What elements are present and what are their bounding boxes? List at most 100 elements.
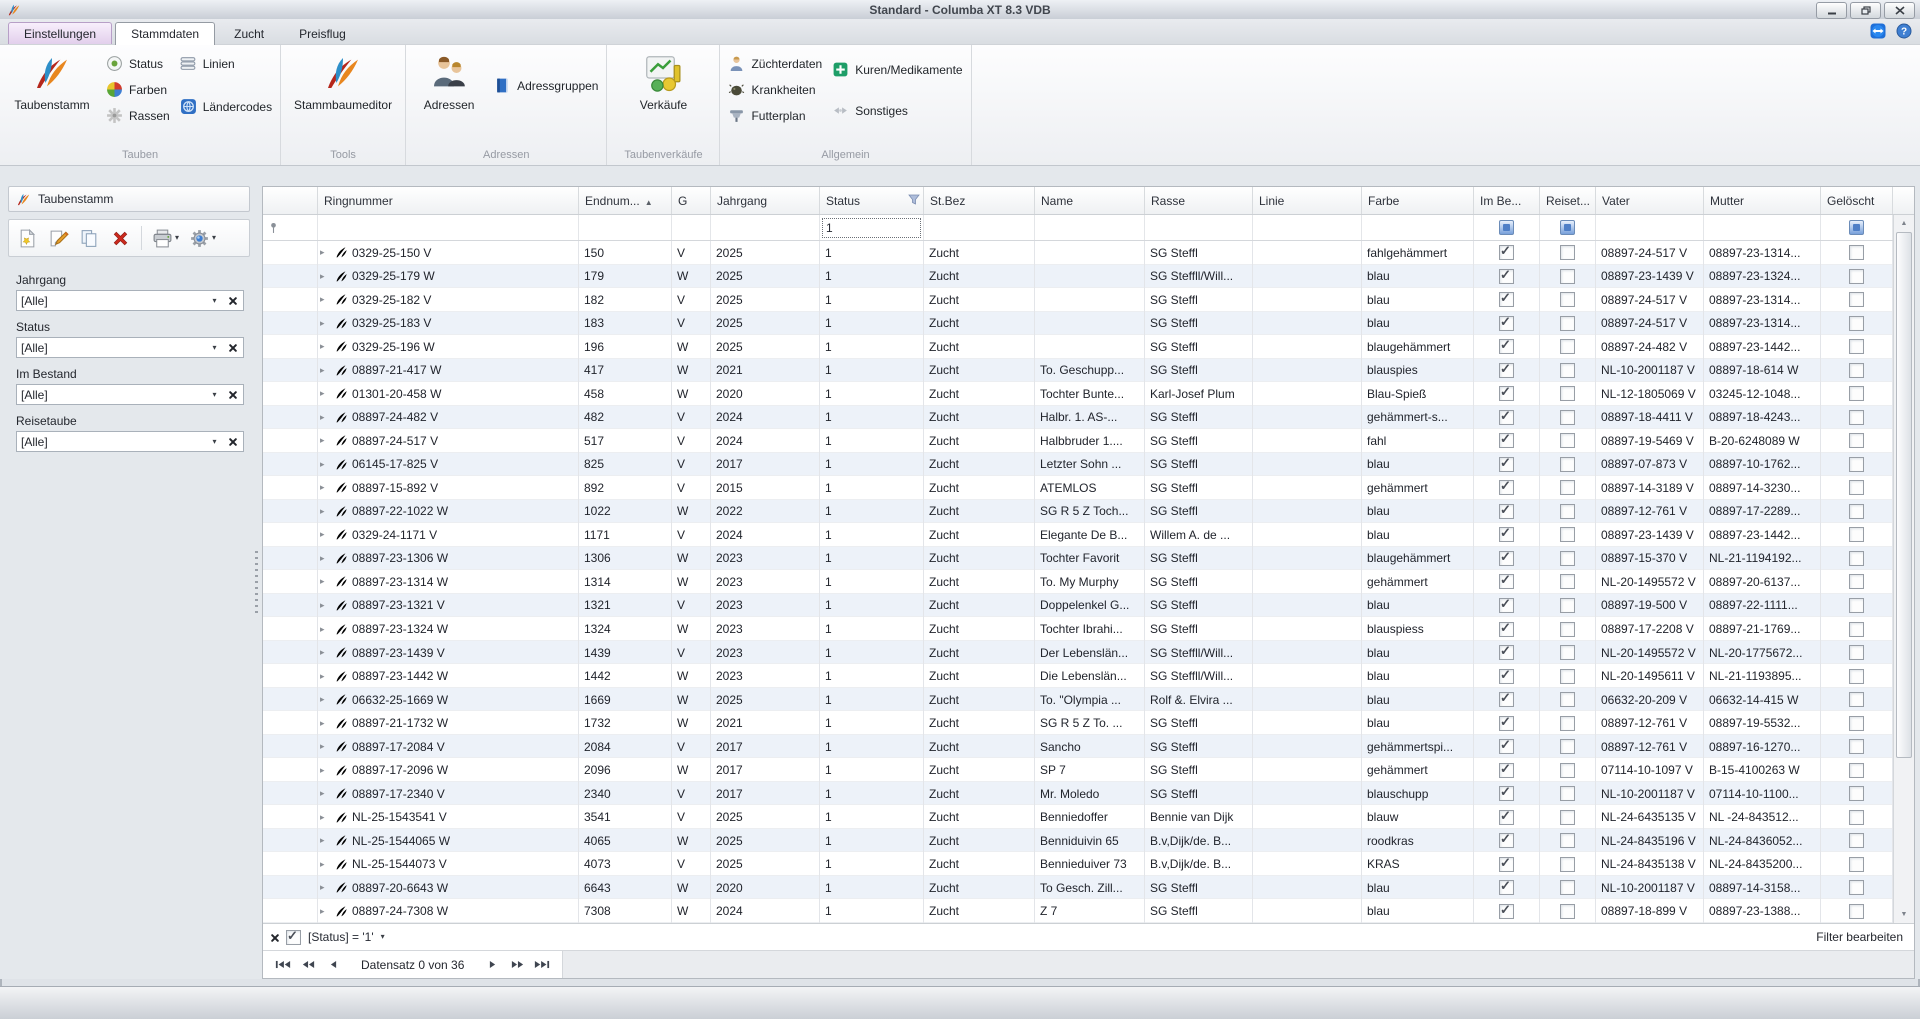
expand-arrow-icon[interactable] (320, 719, 330, 728)
expand-arrow-icon[interactable] (320, 601, 330, 610)
expand-arrow-icon[interactable] (320, 342, 330, 351)
restore-button[interactable] (1850, 2, 1881, 19)
combo-clear-button[interactable] (223, 437, 243, 446)
geloescht-checkbox[interactable] (1849, 645, 1864, 660)
filter-cell-farbe[interactable] (1362, 215, 1474, 240)
expand-arrow-icon[interactable] (320, 648, 330, 657)
expand-arrow-icon[interactable] (320, 577, 330, 586)
close-filter-x-icon[interactable] (270, 933, 279, 942)
sidebar-splitter[interactable] (252, 186, 260, 979)
im-bestand-checkbox[interactable] (1499, 716, 1514, 731)
geloescht-checkbox[interactable] (1849, 292, 1864, 307)
geloescht-checkbox[interactable] (1849, 457, 1864, 472)
im-bestand-checkbox[interactable] (1499, 457, 1514, 472)
im-bestand-checkbox[interactable] (1499, 386, 1514, 401)
geloescht-checkbox[interactable] (1849, 386, 1864, 401)
column-header-g[interactable]: G (672, 187, 711, 214)
status-button[interactable]: Status (106, 55, 170, 72)
futterplan-button[interactable]: Futterplan (728, 107, 822, 124)
im-bestand-checkbox[interactable] (1499, 810, 1514, 825)
reisetaube-checkbox[interactable] (1560, 692, 1575, 707)
filter-cell-ringnummer[interactable] (318, 215, 579, 240)
table-row[interactable]: 0329-25-183 V 183 V 2025 1 Zucht SG Stef… (263, 312, 1893, 336)
combo-clear-button[interactable] (223, 296, 243, 305)
stammbaumeditor-button[interactable]: Stammbaumeditor (289, 45, 397, 112)
im-bestand-checkbox[interactable] (1499, 433, 1514, 448)
expand-arrow-icon[interactable] (320, 813, 330, 822)
expand-arrow-icon[interactable] (320, 672, 330, 681)
im-bestand-checkbox[interactable] (1499, 551, 1514, 566)
im-bestand-checkbox[interactable] (1499, 739, 1514, 754)
column-header-vater[interactable]: Vater (1596, 187, 1704, 214)
print-button[interactable] (148, 224, 183, 252)
filter-funnel-icon[interactable] (908, 194, 920, 205)
expand-arrow-icon[interactable] (320, 907, 330, 916)
filter-cell-linie[interactable] (1253, 215, 1362, 240)
table-row[interactable]: 08897-22-1022 W 1022 W 2022 1 Zucht SG R… (263, 500, 1893, 524)
geloescht-checkbox[interactable] (1849, 669, 1864, 684)
table-row[interactable]: 0329-25-182 V 182 V 2025 1 Zucht SG Stef… (263, 288, 1893, 312)
reisetaube-checkbox[interactable] (1560, 810, 1575, 825)
table-row[interactable]: 08897-23-1321 V 1321 V 2023 1 Zucht Dopp… (263, 594, 1893, 618)
kuren-medikamente-button[interactable]: Kuren/Medikamente (832, 61, 962, 78)
im-bestand-checkbox[interactable] (1499, 292, 1514, 307)
combo-clear-button[interactable] (223, 343, 243, 352)
expand-arrow-icon[interactable] (320, 883, 330, 892)
reisetaube-checkbox[interactable] (1560, 833, 1575, 848)
filter-cell-jahrgang[interactable] (711, 215, 820, 240)
im-bestand-checkbox[interactable] (1499, 480, 1514, 495)
im-bestand-checkbox[interactable] (1499, 880, 1514, 895)
table-row[interactable]: 08897-20-6643 W 6643 W 2020 1 Zucht To G… (263, 876, 1893, 900)
reisetaube-checkbox[interactable] (1560, 245, 1575, 260)
reisetaube-checkbox[interactable] (1560, 857, 1575, 872)
verkaeufe-button[interactable]: Verkäufe (615, 45, 711, 112)
reisetaube-checkbox[interactable] (1560, 880, 1575, 895)
scrollbar-thumb[interactable] (1896, 232, 1912, 758)
reisetaube-checkbox[interactable] (1560, 316, 1575, 331)
filter-cell-status[interactable]: 1 (820, 215, 924, 240)
expand-arrow-icon[interactable] (320, 507, 330, 516)
expand-arrow-icon[interactable] (320, 860, 330, 869)
reisetaube-checkbox[interactable] (1560, 739, 1575, 754)
im-bestand-checkbox[interactable] (1499, 904, 1514, 919)
geloescht-checkbox[interactable] (1849, 551, 1864, 566)
reisetaube-checkbox[interactable] (1560, 669, 1575, 684)
geloescht-checkbox[interactable] (1849, 245, 1864, 260)
tab-stammdaten[interactable]: Stammdaten (115, 22, 215, 45)
rassen-button[interactable]: Rassen (106, 107, 170, 124)
im-bestand-checkbox[interactable] (1499, 316, 1514, 331)
column-header-farbe[interactable]: Farbe (1362, 187, 1474, 214)
checkbox-filter-icon[interactable] (1560, 220, 1575, 235)
expand-arrow-icon[interactable] (320, 530, 330, 539)
table-row[interactable]: 08897-24-7308 W 7308 W 2024 1 Zucht Z 7 … (263, 899, 1893, 923)
geloescht-checkbox[interactable] (1849, 622, 1864, 637)
expand-arrow-icon[interactable] (320, 460, 330, 469)
im-bestand-checkbox[interactable] (1499, 339, 1514, 354)
column-header-stbez[interactable]: St.Bez (924, 187, 1035, 214)
nav-prev-button[interactable] (322, 956, 344, 974)
geloescht-checkbox[interactable] (1849, 363, 1864, 378)
krankheiten-button[interactable]: Krankheiten (728, 81, 822, 98)
geloescht-checkbox[interactable] (1849, 574, 1864, 589)
expand-arrow-icon[interactable] (320, 366, 330, 375)
reisetaube-checkbox[interactable] (1560, 645, 1575, 660)
reisetaube-checkbox[interactable] (1560, 480, 1575, 495)
reisetaube-checkbox[interactable] (1560, 386, 1575, 401)
expand-arrow-icon[interactable] (320, 695, 330, 704)
nav-fast-prev-button[interactable] (297, 956, 319, 974)
im-bestand-checkbox[interactable] (1499, 692, 1514, 707)
reisetaube-checkbox[interactable] (1560, 622, 1575, 637)
expand-arrow-icon[interactable] (320, 836, 330, 845)
reisetaube-checkbox[interactable] (1560, 527, 1575, 542)
nav-next-button[interactable] (481, 956, 503, 974)
expand-arrow-icon[interactable] (320, 483, 330, 492)
delete-record-button[interactable] (106, 224, 135, 252)
filter-cell-reisetaube[interactable] (1540, 215, 1596, 240)
column-header-rasse[interactable]: Rasse (1145, 187, 1253, 214)
table-row[interactable]: 08897-17-2340 V 2340 V 2017 1 Zucht Mr. … (263, 782, 1893, 806)
im-bestand-checkbox[interactable] (1499, 574, 1514, 589)
column-header-mutter[interactable]: Mutter (1704, 187, 1821, 214)
tab-einstellungen[interactable]: Einstellungen (8, 22, 112, 44)
table-row[interactable]: 08897-23-1314 W 1314 W 2023 1 Zucht To. … (263, 570, 1893, 594)
filter-dropdown-caret[interactable] (381, 933, 385, 941)
